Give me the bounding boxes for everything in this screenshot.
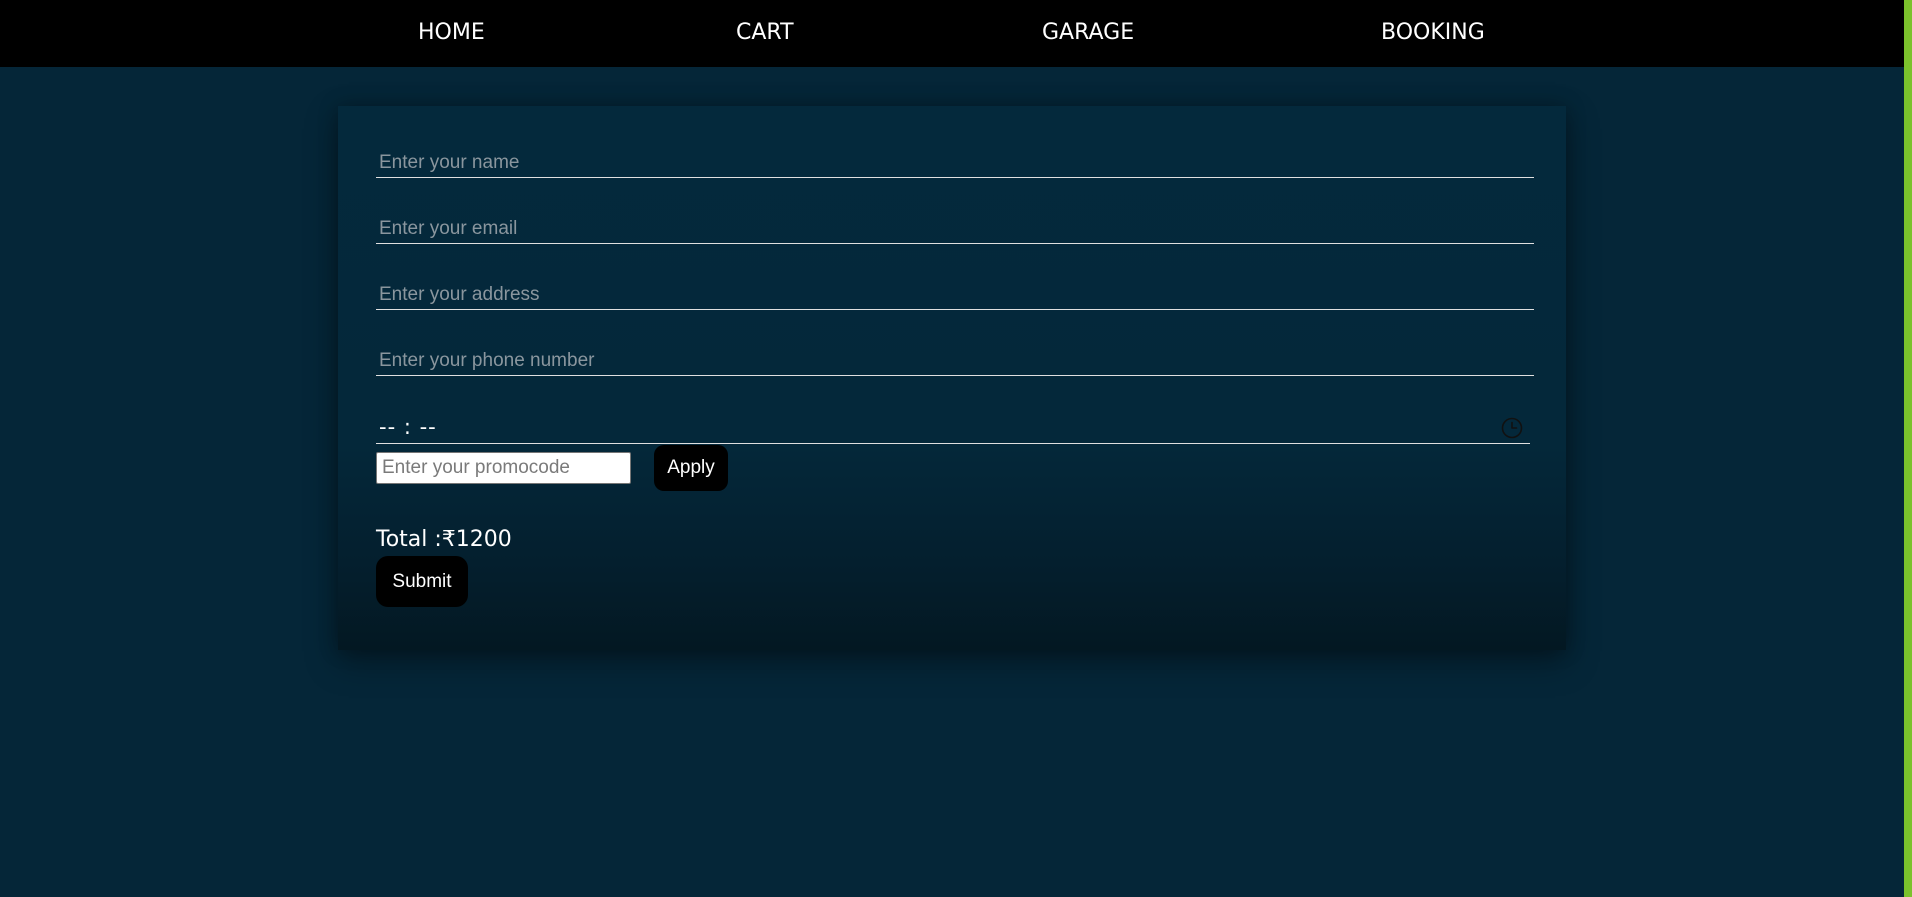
nav-link-booking[interactable]: BOOKING <box>1381 19 1485 47</box>
address-input[interactable] <box>376 280 1534 310</box>
phone-input[interactable] <box>376 346 1534 376</box>
right-edge-accent <box>1904 0 1912 897</box>
submit-button[interactable]: Submit <box>376 556 468 607</box>
email-input[interactable] <box>376 214 1534 244</box>
time-input-value: -- : -- <box>379 415 437 439</box>
clock-icon[interactable] <box>1500 416 1524 440</box>
nav-link-home[interactable]: HOME <box>418 19 485 47</box>
promocode-input[interactable] <box>376 452 631 484</box>
top-navbar: HOME CART GARAGE BOOKING <box>0 0 1904 67</box>
order-total: Total :₹1200 <box>376 527 512 552</box>
booking-form-card <box>338 106 1566 650</box>
name-input[interactable] <box>376 148 1534 178</box>
time-input[interactable]: -- : -- <box>376 412 1530 444</box>
nav-link-cart[interactable]: CART <box>736 19 794 47</box>
apply-promocode-button[interactable]: Apply <box>654 445 728 491</box>
nav-link-garage[interactable]: GARAGE <box>1042 19 1134 47</box>
